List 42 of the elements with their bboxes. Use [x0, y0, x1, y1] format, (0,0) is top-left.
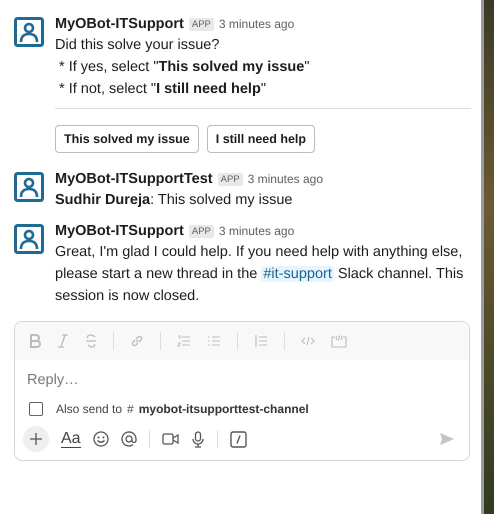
channel-link[interactable]: #it-support [261, 266, 334, 282]
italic-icon[interactable] [57, 334, 69, 348]
bold-icon[interactable] [29, 334, 41, 348]
bot-avatar-icon [14, 172, 44, 202]
also-send-checkbox[interactable] [29, 402, 43, 416]
code-icon[interactable] [301, 334, 315, 348]
emoji-icon[interactable] [92, 431, 109, 447]
sender-name[interactable]: MyOBot-ITSupportTest [55, 171, 213, 187]
reply-option-button[interactable]: This solved my issue [55, 125, 199, 153]
code-block-icon[interactable] [331, 334, 347, 348]
timestamp[interactable]: 3 minutes ago [218, 17, 294, 31]
app-badge: APP [218, 172, 243, 186]
numbered-list-icon[interactable] [177, 334, 191, 348]
formatting-button[interactable]: Aa [61, 430, 81, 448]
also-send-label: Also send to [56, 402, 122, 416]
blockquote-icon[interactable] [254, 334, 268, 348]
message-text: * If not, select "I still need help" [58, 80, 267, 99]
sender-name[interactable]: MyOBot-ITSupport [55, 223, 184, 239]
app-badge: APP [188, 224, 214, 238]
link-icon[interactable] [130, 334, 144, 348]
send-icon[interactable] [439, 432, 455, 446]
message-text: * If yes, select "This solved my issue" [58, 58, 310, 77]
bot-avatar-icon [14, 224, 44, 254]
plus-icon[interactable] [23, 426, 49, 452]
slash-command-icon[interactable] [230, 430, 247, 448]
message-text: Sudhir Dureja: This solved my issue [55, 191, 294, 210]
message-text: Did this solve your issue? [55, 36, 220, 55]
bot-avatar-icon [14, 17, 44, 47]
reply-option-button[interactable]: I still need help [206, 125, 316, 153]
microphone-icon[interactable] [190, 430, 205, 448]
mention-icon[interactable] [120, 431, 137, 447]
message-text: Great, I'm glad I could help. If you need help with anything else, please start a new thread in the #it-support Slack channel. This session is now closed. [55, 243, 464, 306]
video-icon[interactable] [162, 432, 179, 446]
channel-hash: # [127, 402, 134, 416]
channel-name: myobot-itsupporttest-channel [138, 402, 309, 416]
app-badge: APP [188, 18, 214, 30]
bulleted-list-icon[interactable] [207, 334, 221, 348]
timestamp[interactable]: 3 minutes ago [218, 224, 294, 238]
sender-name[interactable]: MyOBot-ITSupport [55, 16, 184, 32]
strikethrough-icon[interactable] [85, 334, 97, 348]
timestamp[interactable]: 3 minutes ago [248, 172, 324, 186]
reply-composer[interactable]: Reply… Also send to # myobot-itsupporttest-channel Aa [14, 321, 470, 461]
